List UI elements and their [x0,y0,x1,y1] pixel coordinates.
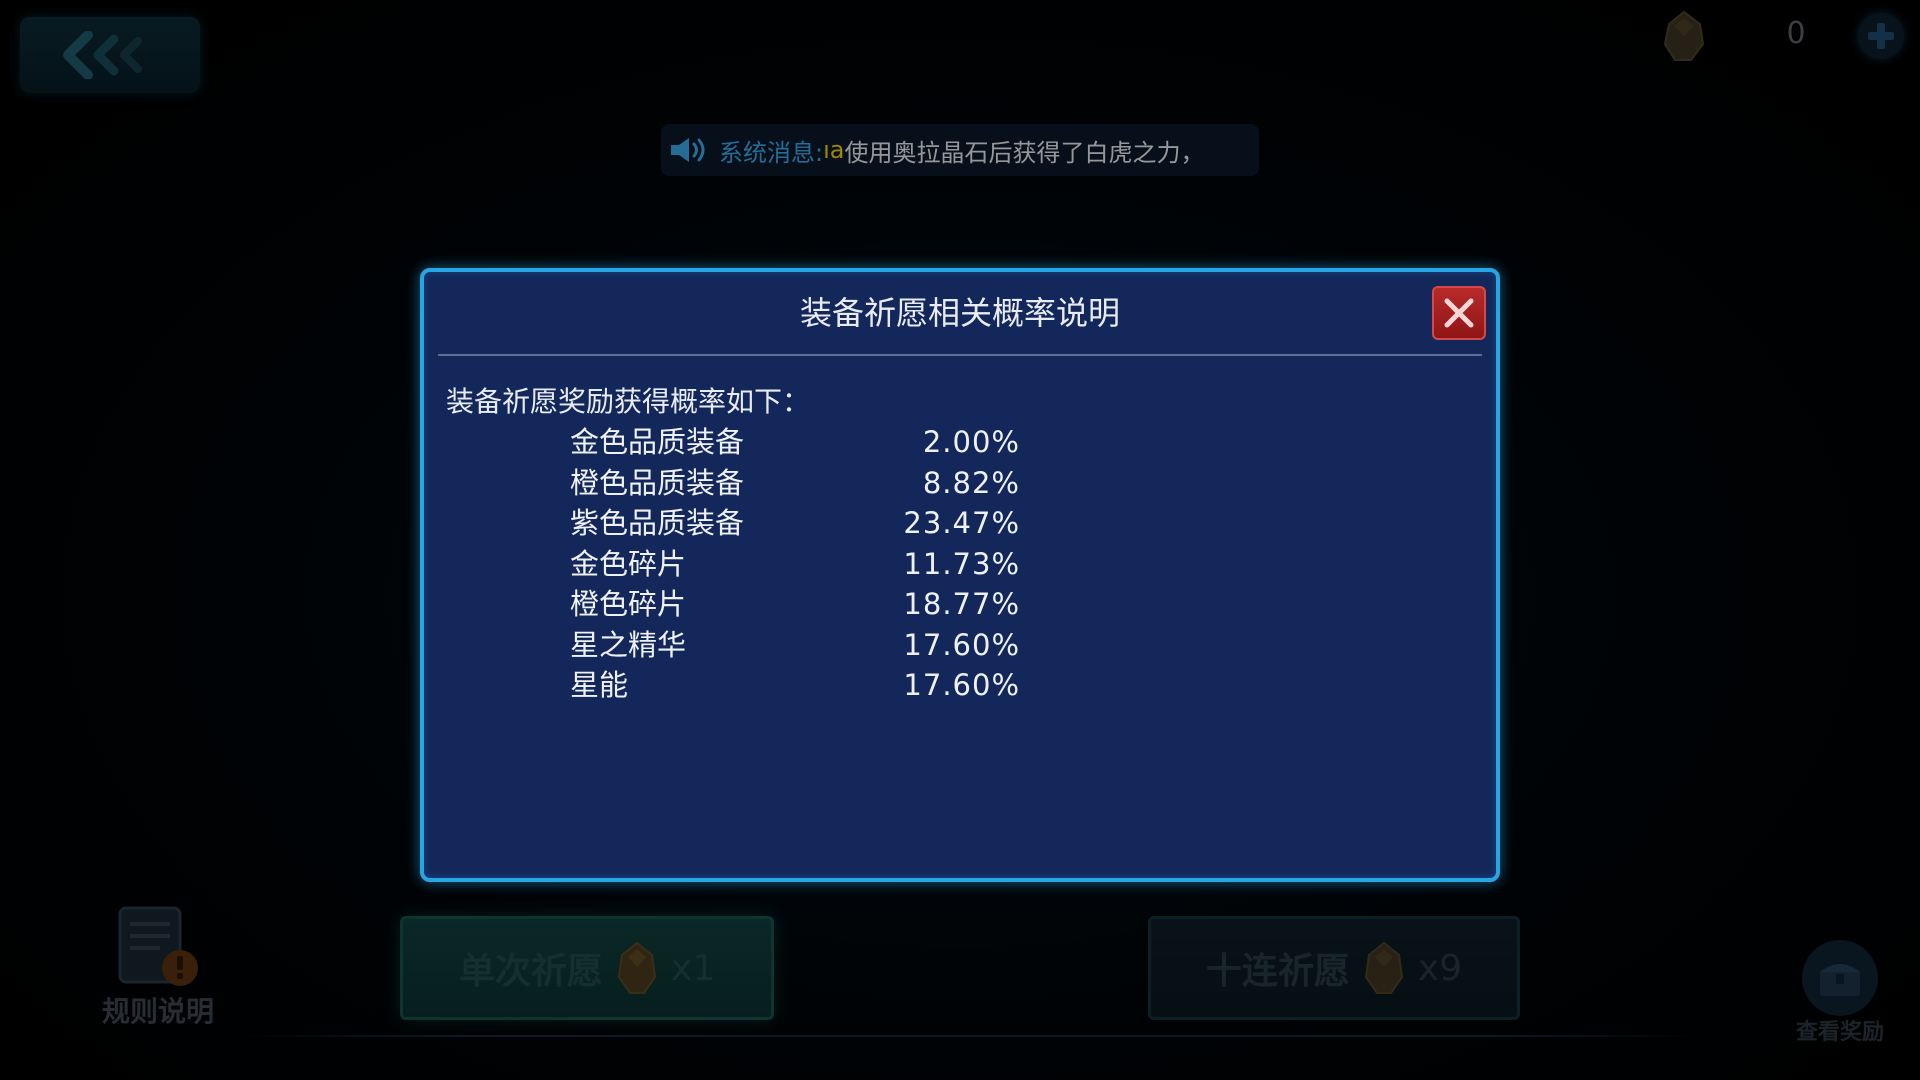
probability-item-name: 金色碎片 [570,546,687,581]
probability-item-name: 橙色品质装备 [570,465,745,500]
probability-value: 18.77% [903,587,1020,621]
probability-item-name: 星能 [570,668,629,702]
probability-row: 橙色品质装备 8.82% [570,463,1020,504]
close-button[interactable] [1432,286,1486,340]
probability-value: 17.60% [903,627,1020,662]
probability-value: 17.60% [903,668,1020,702]
game-screen: 0 系统消息: ıa 使用奥拉晶石后获得了白虎之力， 规则说明 单次祈愿 x1 … [0,0,1920,1080]
probability-value: 23.47% [903,506,1020,540]
probability-value: 2.00% [922,425,1020,459]
dialog-divider [438,354,1482,356]
probability-item-name: 金色品质装备 [570,425,745,459]
probability-value: 11.73% [903,546,1020,581]
close-x-icon [1444,298,1474,328]
probability-row: 橙色碎片 18.77% [570,584,1020,625]
probability-row: 星之精华 17.60% [570,625,1020,666]
probability-value: 8.82% [922,465,1020,500]
dialog-title: 装备祈愿相关概率说明 [799,294,1120,332]
probability-item-name: 星之精华 [570,627,687,662]
probability-table: 金色品质装备 2.00% 橙色品质装备 8.82% 紫色品质装备 23.47% … [570,422,1020,706]
probability-row: 星能 17.60% [570,665,1020,706]
probability-dialog: 装备祈愿相关概率说明 装备祈愿奖励获得概率如下： 金色品质装备 2.00% 橙色… [420,268,1500,882]
probability-row: 金色碎片 11.73% [570,544,1020,585]
probability-row: 金色品质装备 2.00% [570,422,1020,463]
probability-item-name: 紫色品质装备 [570,506,745,540]
dialog-intro: 装备祈愿奖励获得概率如下： [446,385,811,418]
probability-item-name: 橙色碎片 [570,587,687,621]
probability-row: 紫色品质装备 23.47% [570,503,1020,544]
